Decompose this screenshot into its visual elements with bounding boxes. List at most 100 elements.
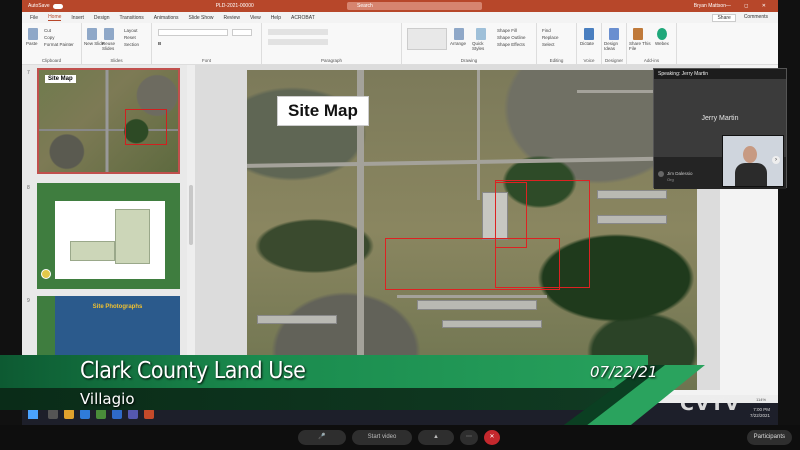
tab-transitions[interactable]: Transitions (120, 15, 144, 21)
tab-insert[interactable]: Insert (71, 15, 84, 21)
bold-button[interactable]: B (158, 41, 161, 46)
editing-label: Editing (549, 58, 564, 63)
residential-row (442, 320, 542, 328)
slides-label: Slides (110, 58, 123, 63)
window-controls[interactable]: — ◻ ✕ (726, 3, 772, 9)
quick-styles-icon[interactable] (476, 28, 486, 40)
tab-home[interactable]: Home (48, 14, 62, 21)
shape-fill-button[interactable]: Shape Fill (497, 28, 517, 33)
thumbnail-title: Site Photographs (92, 304, 143, 310)
tab-slide-show[interactable]: Slide Show (189, 15, 214, 21)
new-slide-icon[interactable] (87, 28, 97, 40)
show-subtitle: Villagio (80, 390, 135, 408)
bullets-buttons[interactable] (268, 29, 328, 35)
document-name: PLD-2021-00000 (215, 3, 254, 9)
end-call-button[interactable]: ✕ (484, 430, 500, 445)
find-button[interactable]: Find (542, 28, 551, 33)
ribbon: Paste Cut Copy Format Painter Clipboard … (22, 23, 778, 65)
participants-button[interactable]: Participants (746, 430, 792, 445)
person-head (743, 146, 757, 163)
clipboard-group: Paste Cut Copy Format Painter Clipboard (22, 23, 82, 64)
arrange-icon[interactable] (454, 28, 464, 40)
dictate-button[interactable]: Dictate (580, 41, 594, 46)
quick-styles-button[interactable]: Quick Styles (472, 41, 492, 51)
webex-button[interactable]: Webex (655, 41, 669, 46)
meeting-controls-bar: 🎤 Start video ▲ ⋯ ✕ Participants (0, 425, 800, 450)
slide-thumbnail-site-plan[interactable] (37, 183, 180, 289)
voice-label: Voice (583, 58, 595, 63)
format-painter-button[interactable]: Format Painter (44, 42, 74, 47)
residential-row (417, 300, 537, 310)
share-file-button[interactable]: Share This File (629, 41, 651, 51)
replace-button[interactable]: Replace (542, 35, 559, 40)
reuse-slides-button[interactable]: Reuse Slides (102, 41, 120, 51)
share-button[interactable]: Share (712, 13, 736, 22)
scrollbar-thumb[interactable] (189, 185, 193, 245)
shape-effects-button[interactable]: Shape Effects (497, 42, 525, 47)
shapes-gallery[interactable] (407, 28, 447, 50)
cut-button[interactable]: Cut (44, 28, 51, 33)
residential-row (257, 315, 337, 324)
thumbnail-scrollbar[interactable] (187, 65, 195, 402)
webex-icon[interactable] (657, 28, 667, 40)
search-input[interactable]: Search (347, 2, 482, 10)
microphone-icon[interactable] (584, 28, 594, 40)
thumbnail-number: 8 (27, 185, 30, 191)
tab-design[interactable]: Design (94, 15, 110, 21)
share-screen-button[interactable]: ▲ (418, 430, 454, 445)
tab-animations[interactable]: Animations (154, 15, 179, 21)
ribbon-tabs: File Home Insert Design Transitions Anim… (22, 12, 778, 23)
tab-acrobat[interactable]: ACROBAT (291, 15, 315, 21)
autosave-toggle[interactable] (52, 3, 63, 9)
addins-group: Share This File Webex Add-ins (627, 23, 677, 64)
participant-name: Jim Dalessio (667, 171, 693, 177)
design-ideas-button[interactable]: Design Ideas (604, 41, 626, 51)
show-title: Clark County Land Use (80, 358, 306, 384)
current-slide[interactable]: Site Map (247, 70, 697, 390)
site-boundary-outline (125, 108, 167, 146)
section-button[interactable]: Section (124, 42, 139, 47)
design-ideas-icon[interactable] (609, 28, 619, 40)
thumbnail-title: Site Map (45, 75, 76, 83)
thumbnail-number: 9 (27, 298, 30, 304)
self-view-camera[interactable]: › (722, 135, 784, 187)
chevron-right-icon[interactable]: › (772, 156, 780, 164)
tab-review[interactable]: Review (224, 15, 240, 21)
station-logo: CVTV (680, 393, 741, 415)
autosave-label: AutoSave (28, 3, 50, 9)
reset-button[interactable]: Reset (124, 35, 136, 40)
alignment-buttons[interactable] (268, 39, 328, 45)
residential-row (597, 215, 667, 224)
paste-icon[interactable] (28, 28, 38, 40)
font-group: B Font (152, 23, 262, 64)
share-file-icon[interactable] (633, 28, 643, 40)
paragraph-label: Paragraph (320, 58, 342, 63)
reuse-slides-icon[interactable] (104, 28, 114, 40)
paste-button[interactable]: Paste (26, 41, 38, 46)
copy-button[interactable]: Copy (44, 35, 55, 40)
mute-button[interactable]: 🎤 (298, 430, 346, 445)
thumbnail-number: 7 (27, 70, 30, 76)
slide-thumbnail-site-map[interactable]: Site Map (37, 68, 180, 174)
font-name-field[interactable] (158, 29, 228, 36)
tab-view[interactable]: View (250, 15, 261, 21)
arrange-button[interactable]: Arrange (450, 41, 466, 46)
select-button[interactable]: Select (542, 42, 555, 47)
layout-button[interactable]: Layout (124, 28, 138, 33)
participant-tile[interactable]: Jim Dalessio Org (658, 171, 693, 182)
font-size-field[interactable] (232, 29, 252, 36)
teams-video-panel: Speaking: Jerry Martin Jerry Martin Jim … (653, 68, 787, 189)
comments-button[interactable]: Comments (744, 14, 768, 22)
more-options-button[interactable]: ⋯ (460, 430, 478, 445)
user-name[interactable]: Bryan Mattson (694, 3, 726, 9)
clipboard-label: Clipboard (41, 58, 62, 63)
avatar (658, 171, 664, 177)
tab-file[interactable]: File (30, 15, 38, 21)
editing-group: Find Replace Select Editing (537, 23, 577, 64)
shape-outline-button[interactable]: Shape Outline (497, 35, 526, 40)
drawing-label: Drawing (460, 58, 478, 63)
broadcast-date: 07/22/21 (590, 363, 658, 381)
voice-group: Dictate Voice (577, 23, 602, 64)
start-video-button[interactable]: Start video (352, 430, 412, 445)
tab-help[interactable]: Help (271, 15, 281, 21)
